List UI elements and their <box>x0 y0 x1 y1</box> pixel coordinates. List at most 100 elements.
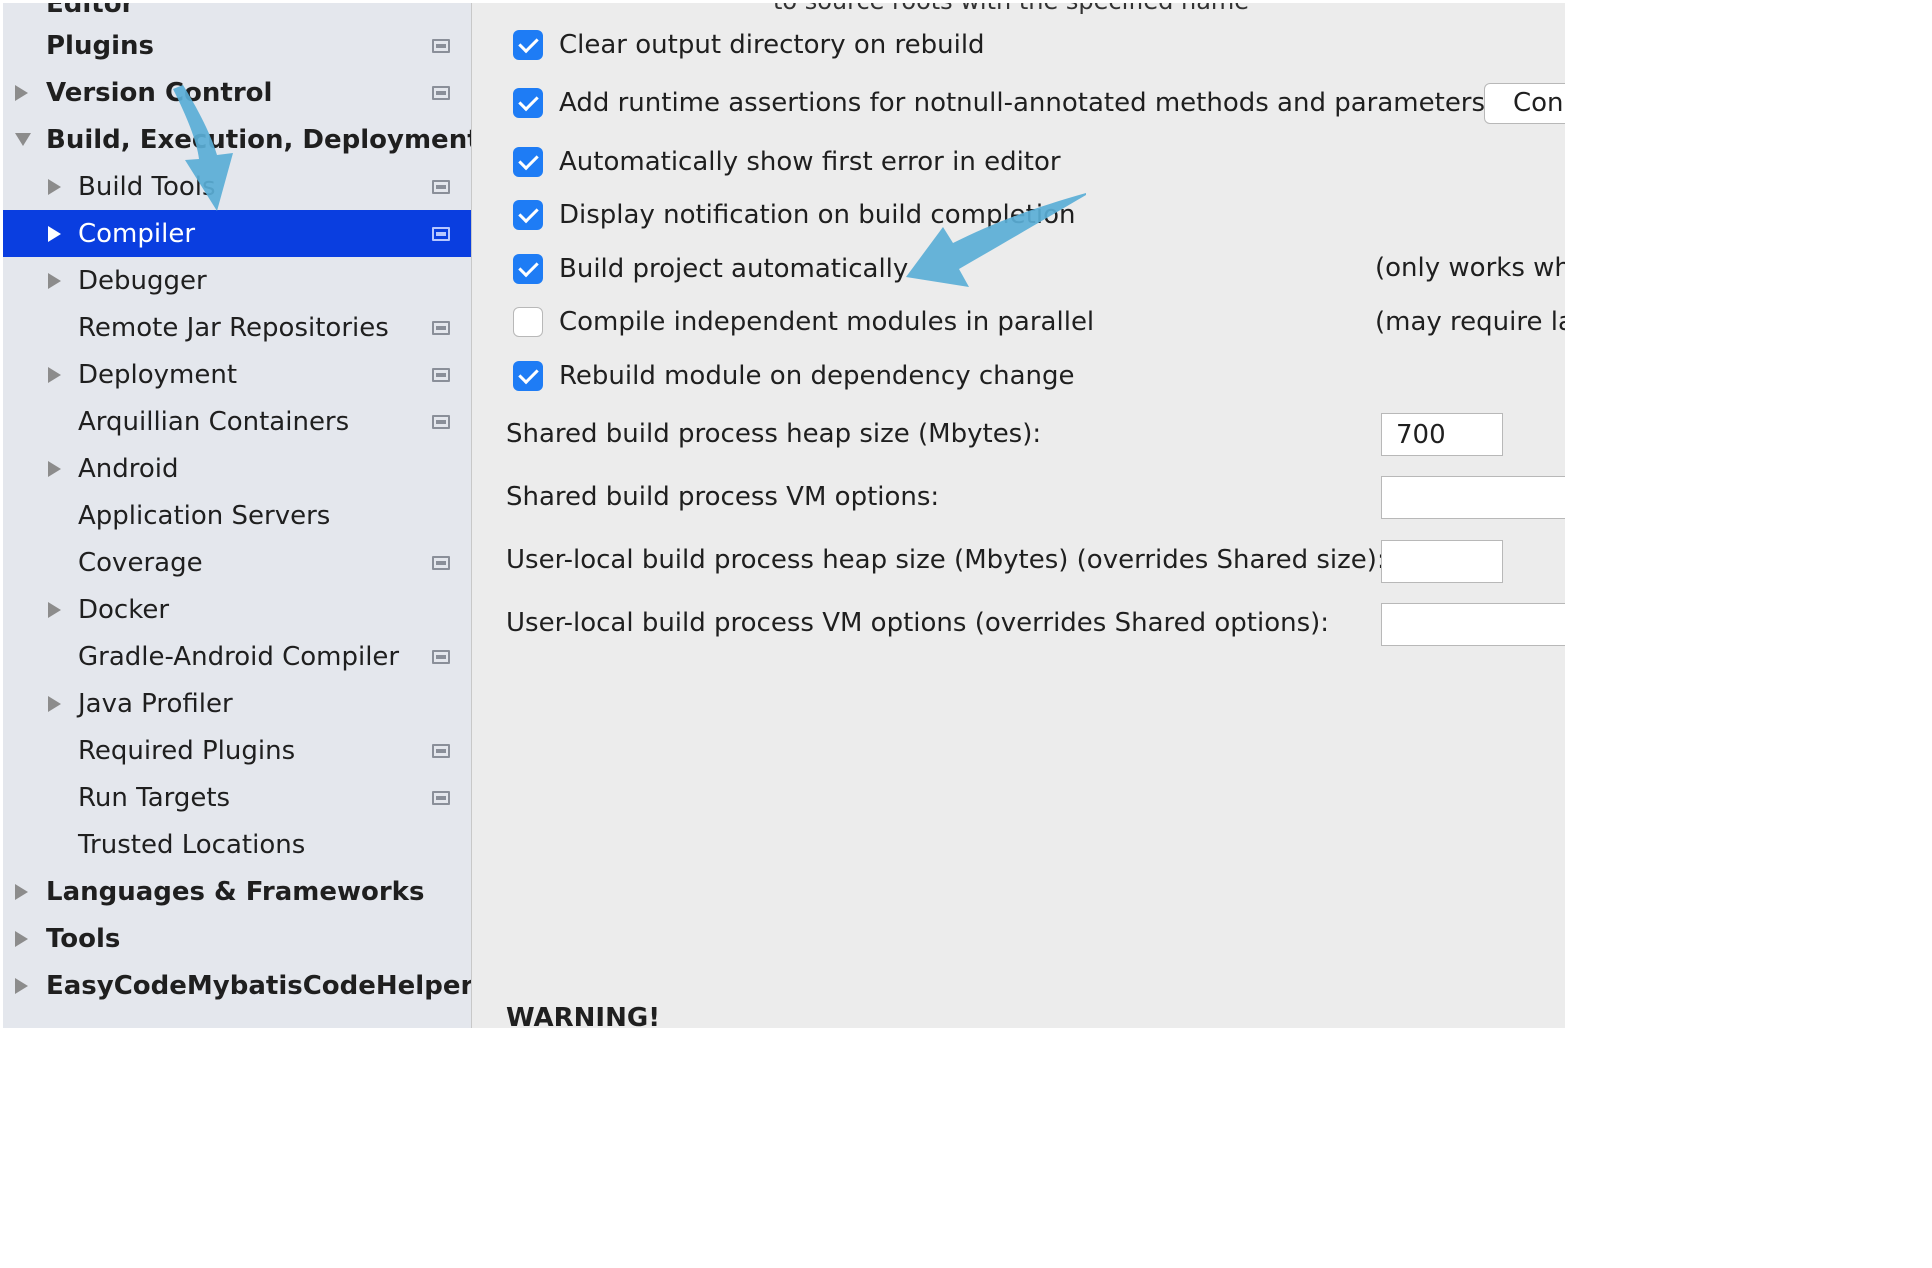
sidebar-item-label: Trusted Locations <box>78 829 306 860</box>
configure-annotations-button[interactable]: Con <box>1484 83 1565 124</box>
sidebar-item-build-execution-deployment[interactable]: Build, Execution, Deployment <box>3 116 471 163</box>
sidebar-item-label: Java Profiler <box>78 688 233 719</box>
sidebar-item-compiler[interactable]: Compiler <box>3 210 471 257</box>
option-label: Display notification on build completion <box>559 200 1076 230</box>
sidebar-item-required-plugins[interactable]: Required Plugins <box>3 727 471 774</box>
sidebar-item-easycode-mybatis[interactable]: EasyCodeMybatisCodeHelperP <box>3 962 472 1009</box>
sidebar-item-languages-frameworks[interactable]: Languages & Frameworks <box>3 868 471 915</box>
checkbox-checked-icon[interactable] <box>513 254 543 284</box>
checkbox-checked-icon[interactable] <box>513 88 543 118</box>
settings-window: Editor Plugins Version Control Build, Ex… <box>3 3 1565 1028</box>
sidebar-item-coverage[interactable]: Coverage <box>3 539 471 586</box>
clear-output-directory-option[interactable]: Clear output directory on rebuild <box>513 25 985 65</box>
sidebar-item-debugger[interactable]: Debugger <box>3 257 471 304</box>
chevron-right-icon[interactable] <box>48 178 61 195</box>
checkbox-checked-icon[interactable] <box>513 30 543 60</box>
project-level-icon <box>432 320 450 335</box>
project-level-icon <box>432 367 450 382</box>
chevron-right-icon[interactable] <box>15 930 28 947</box>
project-level-icon <box>432 649 450 664</box>
project-level-icon <box>432 38 450 53</box>
option-label: Rebuild module on dependency change <box>559 361 1075 391</box>
sidebar-item-label: Deployment <box>78 359 238 390</box>
user-local-heap-size-label: User-local build process heap size (Mbyt… <box>506 545 1386 575</box>
compile-in-parallel-option[interactable]: Compile independent modules in parallel <box>513 302 1094 342</box>
runtime-assertions-option[interactable]: Add runtime assertions for notnull-annot… <box>513 83 1485 123</box>
sidebar-item-gradle-android-compiler[interactable]: Gradle-Android Compiler <box>3 633 471 680</box>
chevron-right-icon[interactable] <box>48 460 61 477</box>
sidebar-item-label: Version Control <box>46 77 273 108</box>
sidebar-item-label: EasyCodeMybatisCodeHelperP <box>46 970 472 1001</box>
user-local-heap-size-input[interactable] <box>1381 540 1503 583</box>
sidebar-item-remote-jar-repositories[interactable]: Remote Jar Repositories <box>3 304 471 351</box>
sidebar-item-label: Required Plugins <box>78 735 296 766</box>
shared-heap-size-label: Shared build process heap size (Mbytes): <box>506 419 1042 449</box>
settings-sidebar: Editor Plugins Version Control Build, Ex… <box>3 3 472 1028</box>
sidebar-item-label: Arquillian Containers <box>78 406 350 437</box>
sidebar-item-java-profiler[interactable]: Java Profiler <box>3 680 471 727</box>
option-label: Build project automatically <box>559 254 909 284</box>
compiler-settings-panel: to source roots with the specified name … <box>473 3 1565 1028</box>
build-notification-option[interactable]: Display notification on build completion <box>513 195 1075 235</box>
shared-vm-options-label: Shared build process VM options: <box>506 482 940 512</box>
chevron-right-icon[interactable] <box>48 695 61 712</box>
sidebar-item-label: Android <box>78 453 179 484</box>
sidebar-item-label: Run Targets <box>78 782 231 813</box>
checkbox-checked-icon[interactable] <box>513 147 543 177</box>
user-local-vm-options-label: User-local build process VM options (ove… <box>506 608 1330 638</box>
warning-heading: WARNING! <box>506 1003 661 1028</box>
sidebar-item-build-tools[interactable]: Build Tools <box>3 163 471 210</box>
project-level-icon <box>432 85 450 100</box>
sidebar-item-deployment[interactable]: Deployment <box>3 351 471 398</box>
project-level-icon <box>432 555 450 570</box>
sidebar-item-label: Application Servers <box>78 500 331 531</box>
sidebar-item-label: Tools <box>46 923 121 954</box>
option-label: Clear output directory on rebuild <box>559 30 985 60</box>
chevron-right-icon[interactable] <box>48 366 61 383</box>
show-first-error-option[interactable]: Automatically show first error in editor <box>513 142 1061 182</box>
option-hint: (only works wh <box>1375 253 1565 283</box>
sidebar-item-android[interactable]: Android <box>3 445 471 492</box>
chevron-right-icon[interactable] <box>48 225 61 242</box>
project-level-icon <box>432 790 450 805</box>
checkbox-checked-icon[interactable] <box>513 200 543 230</box>
shared-vm-options-input[interactable] <box>1381 476 1565 519</box>
sidebar-item-arquillian-containers[interactable]: Arquillian Containers <box>3 398 471 445</box>
sidebar-item-version-control[interactable]: Version Control <box>3 69 471 116</box>
chevron-right-icon[interactable] <box>15 977 28 994</box>
sidebar-item-run-targets[interactable]: Run Targets <box>3 774 471 821</box>
project-level-icon <box>432 414 450 429</box>
chevron-right-icon[interactable] <box>48 601 61 618</box>
option-hint: (may require la <box>1375 307 1565 337</box>
chevron-down-icon[interactable] <box>15 133 31 146</box>
chevron-right-icon[interactable] <box>15 84 28 101</box>
build-project-automatically-option[interactable]: Build project automatically <box>513 249 908 289</box>
sidebar-item-label: Build Tools <box>78 171 216 202</box>
sidebar-item-label: Languages & Frameworks <box>46 876 425 907</box>
chevron-right-icon[interactable] <box>15 883 28 900</box>
option-label: Add runtime assertions for notnull-annot… <box>559 88 1486 118</box>
project-level-icon <box>432 226 450 241</box>
sidebar-item-label: Coverage <box>78 547 203 578</box>
chevron-right-icon[interactable] <box>48 272 61 289</box>
sidebar-item-label: Gradle-Android Compiler <box>78 641 400 672</box>
sidebar-item-trusted-locations[interactable]: Trusted Locations <box>3 821 471 868</box>
user-local-vm-options-input[interactable] <box>1381 603 1565 646</box>
sidebar-item-plugins[interactable]: Plugins <box>3 22 471 69</box>
sidebar-item-tools[interactable]: Tools <box>3 915 471 962</box>
sidebar-item-label: Plugins <box>46 30 154 61</box>
checkbox-unchecked-icon[interactable] <box>513 307 543 337</box>
sidebar-item-application-servers[interactable]: Application Servers <box>3 492 471 539</box>
sidebar-item-label: Remote Jar Repositories <box>78 312 389 343</box>
sidebar-item-label: Docker <box>78 594 170 625</box>
sidebar-item-docker[interactable]: Docker <box>3 586 471 633</box>
shared-heap-size-input[interactable]: 700 <box>1381 413 1503 456</box>
sidebar-item-label: Compiler <box>78 218 196 249</box>
clipped-option-text: to source roots with the specified name <box>773 3 1249 15</box>
checkbox-checked-icon[interactable] <box>513 361 543 391</box>
sidebar-item-editor-clipped[interactable]: Editor <box>46 3 134 19</box>
option-label: Compile independent modules in parallel <box>559 307 1095 337</box>
rebuild-on-dependency-change-option[interactable]: Rebuild module on dependency change <box>513 356 1075 396</box>
option-label: Automatically show first error in editor <box>559 147 1061 177</box>
sidebar-item-label: Debugger <box>78 265 207 296</box>
